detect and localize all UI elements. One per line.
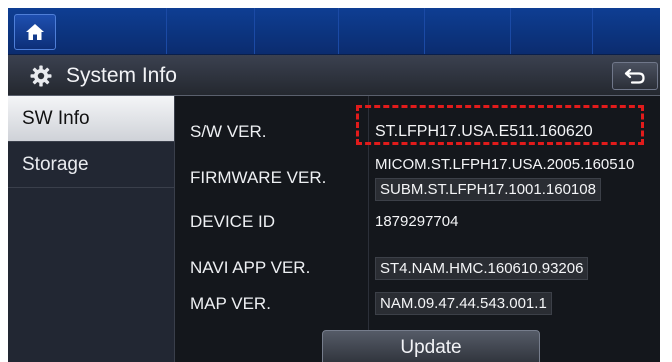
sidebar-item-sw-info[interactable]: SW Info [8, 96, 174, 142]
gear-icon [30, 65, 52, 87]
back-button[interactable] [612, 62, 658, 90]
device-id-value: 1879297704 [375, 213, 459, 230]
firmware-ver-value-subm: SUBM.ST.LFPH17.1001.160108 [375, 178, 601, 201]
top-bar-divider [338, 8, 339, 54]
home-icon [26, 24, 44, 40]
sw-ver-highlight-box [356, 105, 644, 145]
navi-app-ver-value: ST4.NAM.HMC.160610.93206 [375, 257, 589, 280]
page-title: System Info [66, 64, 177, 87]
device-id-label: DEVICE ID [190, 212, 276, 231]
sidebar: SW Info Storage [8, 96, 175, 362]
back-arrow-icon [624, 68, 645, 84]
screen: System Info SW Info Storage S/W VER. ST.… [8, 8, 660, 362]
top-bar [8, 8, 660, 55]
firmware-ver-label: FIRMWARE VER. [190, 168, 327, 187]
map-ver-label: MAP VER. [190, 294, 271, 313]
navi-app-ver-label: NAVI APP VER. [190, 258, 311, 277]
map-ver-value: NAM.09.47.44.543.001.1 [375, 292, 552, 315]
sidebar-item-label: SW Info [22, 108, 90, 129]
home-button[interactable] [14, 14, 56, 50]
firmware-ver-value-micom: MICOM.ST.LFPH17.USA.2005.160510 [375, 156, 635, 173]
title-bar: System Info [8, 55, 660, 96]
top-bar-divider [424, 8, 425, 54]
top-bar-divider [510, 8, 511, 54]
sidebar-item-storage[interactable]: Storage [8, 142, 174, 188]
sw-ver-label: S/W VER. [190, 122, 267, 141]
top-bar-divider [166, 8, 167, 54]
top-bar-divider [592, 8, 593, 54]
update-button[interactable]: Update [322, 330, 540, 362]
top-bar-divider [254, 8, 255, 54]
sidebar-item-label: Storage [22, 154, 89, 175]
update-button-label: Update [400, 337, 462, 358]
